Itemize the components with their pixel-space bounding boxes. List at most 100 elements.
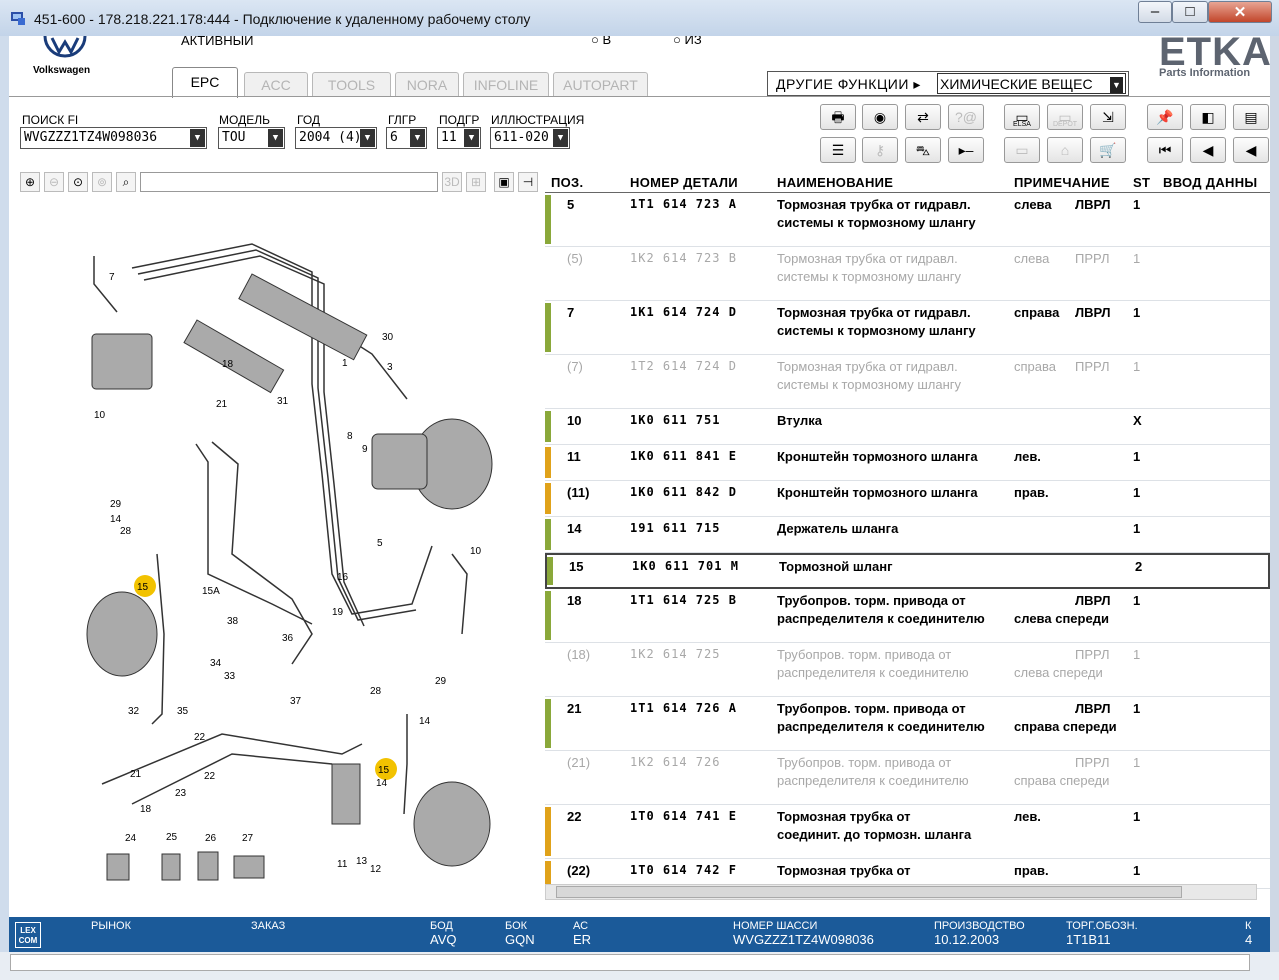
parts-diagram[interactable]: 7 30 1 3 18 31 21 10 8 9 29 14 28 15 15A… [12,194,540,916]
diagram-label[interactable]: 30 [382,332,394,343]
diagram-label[interactable]: 12 [370,864,382,875]
tab-autopart[interactable]: AUTOPART [553,72,648,97]
minimize-button[interactable]: – [1138,1,1172,23]
diagram-label[interactable]: 19 [332,607,344,618]
diagram-label[interactable]: 7 [109,272,115,283]
diagram-label[interactable]: 35 [177,706,189,717]
diagram-label[interactable]: 14 [110,514,122,525]
close-button[interactable]: ✕ [1208,1,1272,23]
car-button[interactable]: ⛍ [905,137,941,163]
prev-page-button[interactable]: ◀ [1190,137,1226,163]
diagram-label[interactable]: 36 [282,633,294,644]
depot-button[interactable]: ▭ DEPOT [1047,104,1083,130]
handshake-button[interactable]: ⇄ [905,104,941,130]
diagram-label[interactable]: 31 [277,396,289,407]
diagram-label[interactable]: 21 [130,769,142,780]
chevron-down-icon[interactable]: ▼ [553,129,568,147]
table-row[interactable]: 7 1K1 614 724 D Тормозная трубка от гидрав… [545,301,1270,355]
chevron-down-icon[interactable]: ▼ [360,129,375,147]
col-name[interactable]: НАИМЕНОВАНИЕ [777,175,893,190]
chevron-down-icon[interactable]: ▼ [464,129,479,147]
diagram-label[interactable]: 9 [362,444,368,455]
table-row[interactable]: 18 1T1 614 725 B Трубопров. торм. привода … [545,589,1270,643]
chevron-down-icon[interactable]: ▼ [190,129,205,147]
diagram-label[interactable]: 16 [337,572,349,583]
key-button[interactable]: ⚷ [862,137,898,163]
diagram-label[interactable]: 21 [216,399,228,410]
radio-option-b[interactable]: ○ ИЗ [673,36,702,47]
search-fi-field[interactable]: WVGZZZ1TZ4W098036 ▼ [20,127,207,149]
table-row[interactable]: (21) 1K2 614 726 Трубопров. торм. привода … [545,751,1270,805]
col-st[interactable]: ST [1133,175,1150,190]
glgr-select[interactable]: 6 ▼ [386,127,427,149]
podgr-select[interactable]: 11 ▼ [437,127,481,149]
other-functions-menu[interactable]: ДРУГИЕ ФУНКЦИИ ▸ ХИМИЧЕСКИЕ ВЕЩЕС ▼ [767,71,1129,96]
zoom-area-button[interactable]: ⊚ [92,172,112,192]
table-row[interactable]: 11 1K0 611 841 E Кронштейн тормозного шлан… [545,445,1270,481]
year-select[interactable]: 2004 (4) ▼ [295,127,377,149]
diagram-label[interactable]: 28 [370,686,382,697]
split-button[interactable]: ⊣ [518,172,538,192]
table-row[interactable]: (18) 1K2 614 725 Трубопров. торм. привода … [545,643,1270,697]
diagram-label[interactable]: 22 [194,732,206,743]
other-functions-select[interactable]: ХИМИЧЕСКИЕ ВЕЩЕС ▼ [937,73,1126,94]
table-row[interactable]: 15 1K0 611 701 M Тормозной шланг 2 [545,553,1270,589]
table-row[interactable]: 5 1T1 614 723 A Тормозная трубка от гидрав… [545,193,1270,247]
diagram-label[interactable]: 14 [419,716,431,727]
cart-button[interactable]: 🛒 [1090,137,1126,163]
diagram-label[interactable]: 10 [94,410,106,421]
back-button[interactable]: ◀ [1233,137,1269,163]
diagram-label[interactable]: 1 [342,358,348,369]
col-part-number[interactable]: НОМЕР ДЕТАЛИ [630,175,738,190]
bottom-scroll-track[interactable] [10,954,1250,971]
maximize-button[interactable]: □ [1172,1,1208,23]
zoom-fit-button[interactable]: ⊙ [68,172,88,192]
table-row[interactable]: (11) 1K0 611 842 D Кронштейн тормозного шл… [545,481,1270,517]
tab-tools[interactable]: TOOLS [312,72,391,97]
table-row[interactable]: 22 1T0 614 741 E Тормозная трубка от соедин… [545,805,1270,859]
monitor-button[interactable]: ▭ [1004,137,1040,163]
table-row[interactable]: (5) 1K2 614 723 B Тормозная трубка от гидр… [545,247,1270,301]
table-horizontal-scrollbar[interactable] [545,884,1257,900]
disc-button[interactable]: ◉ [862,104,898,130]
diagram-label[interactable]: 34 [210,658,222,669]
tab-acc[interactable]: ACC [244,72,308,97]
col-note[interactable]: ПРИМЕЧАНИЕ [1014,175,1110,190]
diagram-label-highlight[interactable]: 15 [137,582,149,593]
chevron-down-icon[interactable]: ▼ [268,129,283,147]
tab-epc[interactable]: EPC [172,67,238,98]
table-row[interactable]: 14 191 611 715 Держатель шланга 1 [545,517,1270,553]
diagram-label[interactable]: 24 [125,833,137,844]
diagram-label[interactable]: 33 [224,671,236,682]
radio-option-a[interactable]: ○ В [591,36,611,47]
pages-button[interactable]: ◧ [1190,104,1226,130]
elsa-button[interactable]: ▭ ELSA [1004,104,1040,130]
cart-transfer-button[interactable]: ⇲ [1090,104,1126,130]
col-pos[interactable]: ПОЗ. [551,175,583,190]
diagram-label[interactable]: 27 [242,833,254,844]
pin-button[interactable]: 📌 [1147,104,1183,130]
chevron-down-icon[interactable]: ▼ [410,129,425,147]
diagram-label[interactable]: 22 [204,771,216,782]
diagram-label[interactable]: 25 [166,832,178,843]
zoom-out-button[interactable]: ⊖ [44,172,64,192]
print-button[interactable]: 🖶 [820,104,856,130]
help-button[interactable]: ?@ [948,104,984,130]
diagram-label[interactable]: 32 [128,706,140,717]
diagram-label[interactable]: 3 [387,362,393,373]
layout-button[interactable]: ▣ [494,172,514,192]
diagram-label[interactable]: 37 [290,696,302,707]
diagram-label[interactable]: 29 [110,499,122,510]
list-button[interactable]: ☰ [820,137,856,163]
diagram-label[interactable]: 10 [470,546,482,557]
copy-button[interactable]: ▤ [1233,104,1269,130]
table-row[interactable]: 10 1K0 611 751 Втулка X [545,409,1270,445]
3d-button[interactable]: 3D [442,172,462,192]
table-row[interactable]: (7) 1T2 614 724 D Тормозная трубка от гидр… [545,355,1270,409]
tab-nora[interactable]: NORA [395,72,459,97]
model-select[interactable]: TOU ▼ [218,127,285,149]
diagram-label[interactable]: 13 [356,856,368,867]
scroll-thumb[interactable] [556,886,1182,898]
diagram-label[interactable]: 23 [175,788,187,799]
diagram-label[interactable]: 5 [377,538,383,549]
